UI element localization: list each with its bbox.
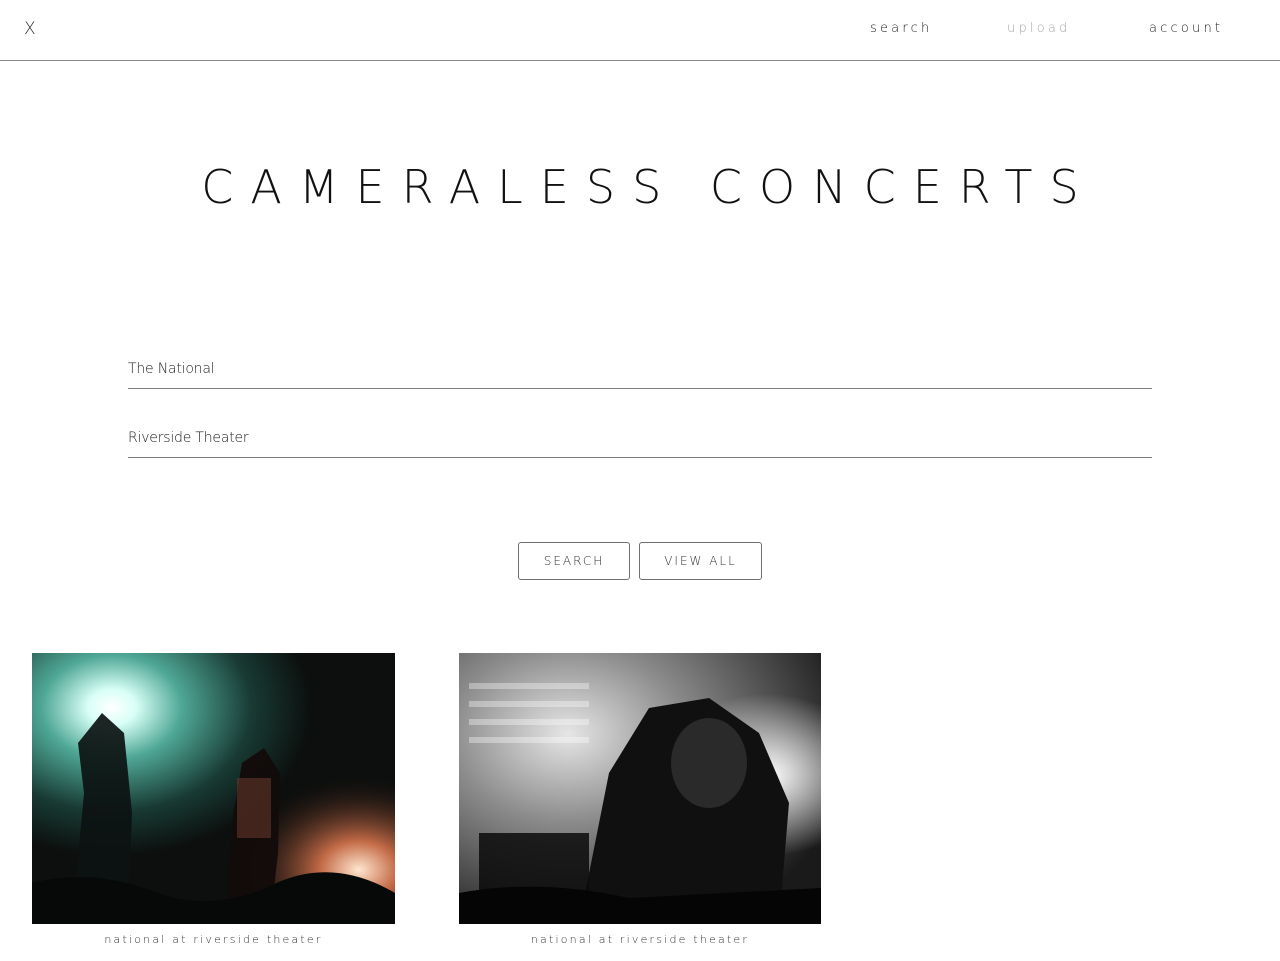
view-all-button[interactable]: VIEW ALL [639, 542, 762, 580]
concert-photo[interactable] [32, 653, 395, 924]
result-card[interactable]: national at riverside theater [32, 653, 395, 946]
photo-caption: national at riverside theater [104, 933, 323, 946]
nav-link-upload[interactable]: upload [1007, 21, 1070, 36]
search-button[interactable]: SEARCH [518, 542, 630, 580]
photo-caption: national at riverside theater [530, 933, 750, 946]
artist-input[interactable] [128, 349, 1152, 389]
nav-link-search[interactable]: search [870, 21, 932, 36]
nav-link-account[interactable]: account [1149, 21, 1223, 36]
result-card[interactable]: national at riverside theater [459, 653, 821, 946]
top-navigation-bar: X search upload account [0, 0, 1280, 61]
close-button[interactable]: X [24, 19, 36, 39]
page-title: CAMERALESS CONCERTS [201, 160, 1096, 214]
venue-input[interactable] [128, 418, 1152, 458]
concert-photo[interactable] [459, 653, 821, 924]
